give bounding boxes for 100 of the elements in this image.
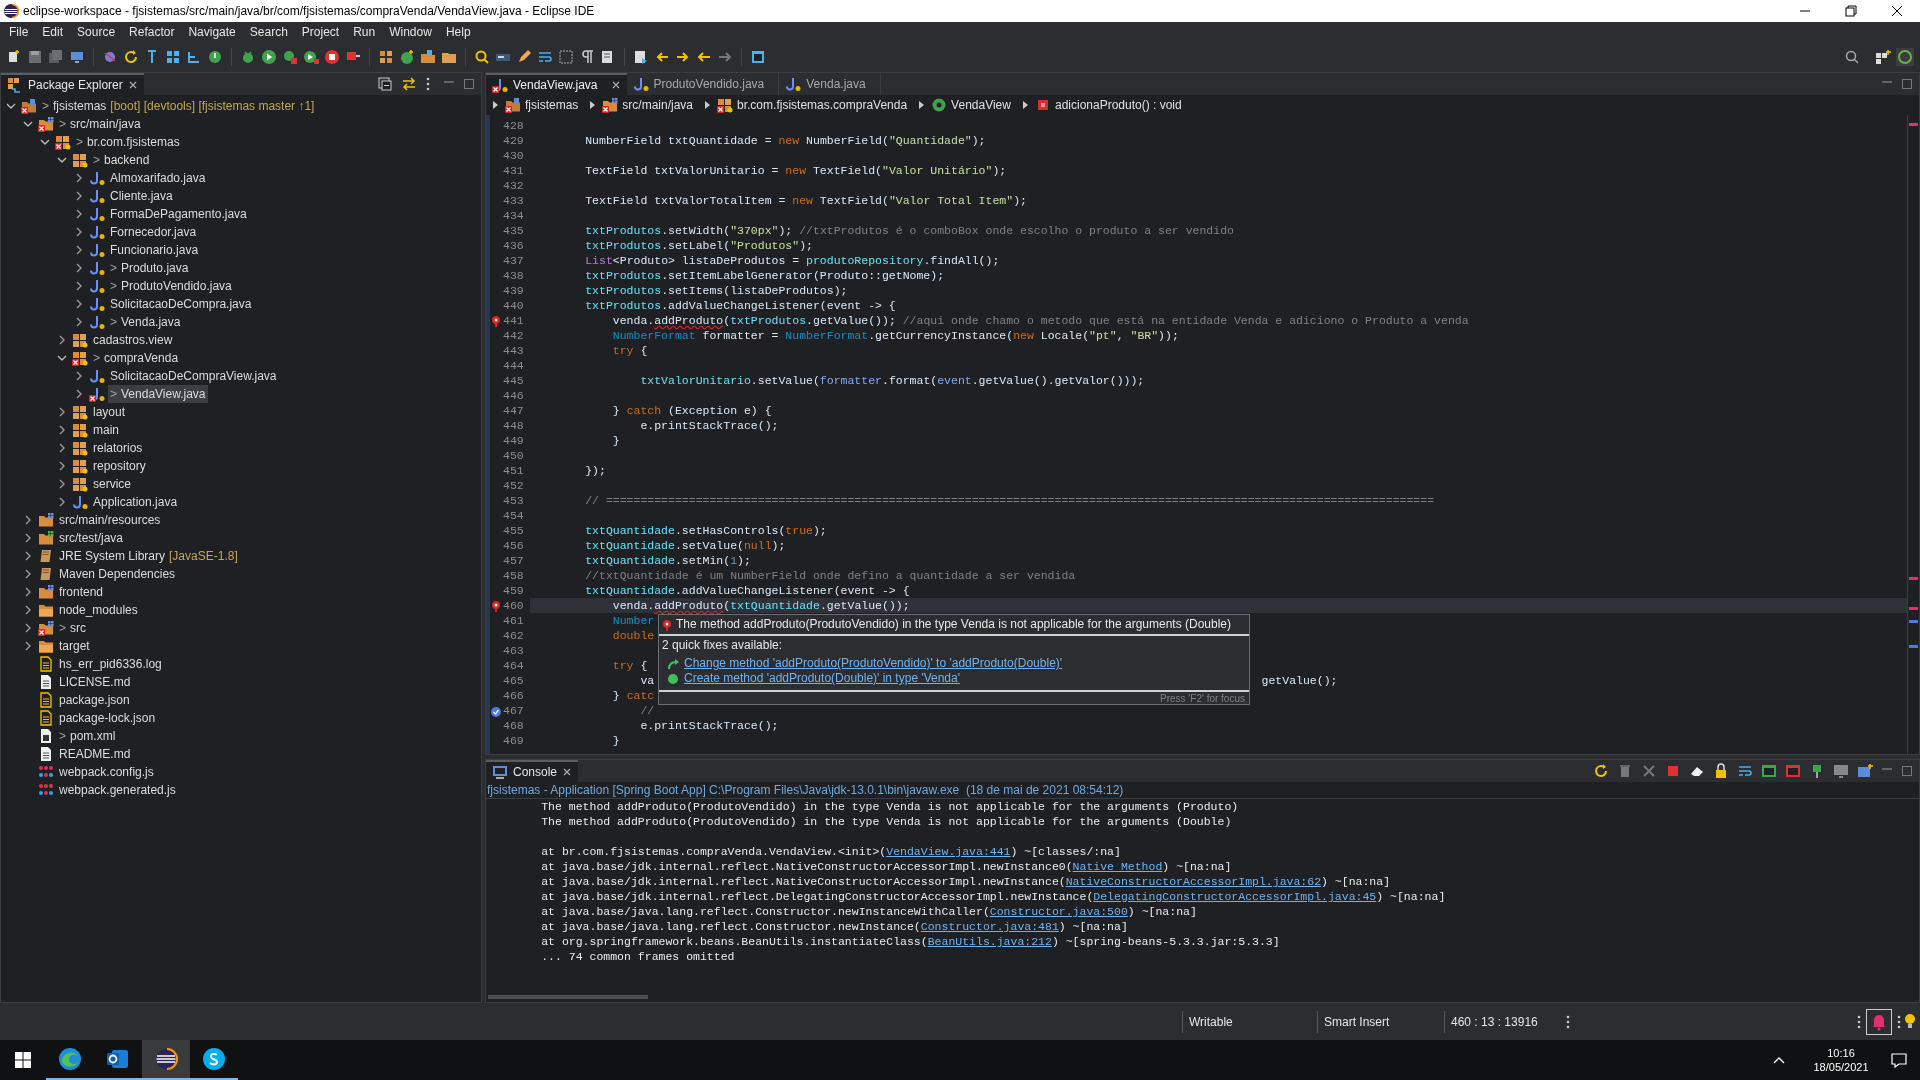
stack-trace-link[interactable]: DelegatingConstructorAccessorImpl.java:45 [1093,889,1377,904]
tree-item[interactable]: Fornecedor.java [108,223,199,241]
stack-trace-link[interactable]: BeanUtils.java:212 [927,934,1052,949]
spring-perspective-icon[interactable] [1896,48,1914,66]
maximize-icon[interactable] [1901,763,1913,779]
tree-item[interactable]: > Venda.java [108,313,183,331]
more-options-icon[interactable] [1565,1013,1571,1030]
search-icon[interactable] [1844,49,1860,65]
menu-item[interactable]: Edit [35,23,71,41]
quick-fix-link[interactable]: Change method 'addProduto(ProdutoVendido)' to 'addProduto(Double)' [684,656,1063,671]
more-options-icon[interactable] [425,76,431,92]
taskbar-app-button[interactable] [142,1040,190,1080]
tree-item[interactable]: JRE System Library [JavaSE-1.8] [57,547,240,565]
grid-icon[interactable] [165,49,181,65]
stop-icon[interactable] [324,49,340,65]
tree-item[interactable]: webpack.config.js [57,763,156,781]
new-console-icon[interactable] [1857,763,1873,779]
tree-item[interactable]: > pom.xml [57,727,118,745]
tree-item[interactable]: repository [91,457,148,475]
maximize-icon[interactable] [463,76,475,92]
collapse-all-icon[interactable] [377,76,393,92]
stack-trace-link[interactable]: Constructor.java:500 [989,904,1128,919]
maximize-icon[interactable] [1901,76,1913,92]
hierarchy-icon[interactable] [186,49,202,65]
tree-item[interactable]: src/test/java [57,529,126,547]
quick-fix-link[interactable]: Create method 'addProduto(Double)' in type 'Venda' [684,671,960,686]
menu-item[interactable]: Search [242,23,295,41]
tree-item[interactable]: > ProdutoVendido.java [108,277,234,295]
remove-all-icon[interactable] [1641,763,1657,779]
tree-item[interactable]: Application.java [91,493,180,511]
terminate-icon[interactable] [1665,763,1681,779]
save-all-icon[interactable] [48,49,64,65]
horizontal-scrollbar[interactable] [488,995,648,999]
search-icon[interactable] [474,49,490,65]
tree-item[interactable]: > backend [91,151,152,169]
tree-item[interactable]: frontend [57,583,106,601]
word-wrap-icon[interactable] [1737,763,1753,779]
tree-item[interactable]: LICENSE.md [57,673,133,691]
tree-item[interactable]: SolicitacaoDeCompraView.java [108,367,279,385]
run-config-icon[interactable] [303,49,319,65]
breadcrumb-item[interactable]: src/main/java [602,96,694,114]
menu-item[interactable]: Source [70,23,123,41]
tree-item[interactable]: Funcionario.java [108,241,201,259]
more-options-icon[interactable] [1896,1013,1902,1030]
new-file-icon[interactable] [6,49,22,65]
stack-trace-link[interactable]: Native Method [1072,859,1163,874]
tree-item[interactable]: Maven Dependencies [57,565,178,583]
scroll-lock-icon[interactable] [1713,763,1729,779]
menu-item[interactable]: Refactor [122,23,182,41]
trash-icon[interactable] [1617,763,1633,779]
tree-item[interactable]: > src/main/java [57,115,143,133]
block-select-icon[interactable] [558,49,574,65]
breadcrumb-item[interactable]: br.com.fjsistemas.compraVenda [717,96,908,114]
tree-item[interactable]: README.md [57,745,133,763]
close-icon[interactable] [127,80,138,90]
window-icon[interactable] [750,49,766,65]
bug-icon[interactable] [102,49,118,65]
tree-item[interactable]: package-lock.json [57,709,158,727]
tree-item[interactable]: > br.com.fjsistemas [74,133,182,151]
notification-icon[interactable] [1890,1051,1908,1069]
wrap-icon[interactable] [537,49,553,65]
close-icon[interactable] [562,767,573,777]
more-options-icon[interactable] [1856,1013,1862,1030]
menu-item[interactable]: Help [438,23,478,41]
breadcrumb-item[interactable]: fjsistemas [505,96,579,114]
menu-item[interactable]: Navigate [181,23,243,41]
open-type-icon[interactable] [420,49,436,65]
show-output-icon[interactable] [1761,763,1777,779]
debug-icon[interactable] [240,49,256,65]
tree-item[interactable]: layout [91,403,128,421]
tree-item[interactable]: src/main/resources [57,511,163,529]
open-perspective-icon[interactable] [1875,49,1891,65]
tree-item[interactable]: service [91,475,133,493]
refresh-icon[interactable] [1593,763,1609,779]
tree-item[interactable]: Almoxarifado.java [108,169,208,187]
tree-item[interactable]: hs_err_pid6336.log [57,655,164,673]
menu-item[interactable]: File [2,23,36,41]
link-editor-icon[interactable] [401,76,417,92]
breadcrumb-item[interactable]: VendaView [931,96,1011,114]
new-class-icon[interactable] [399,49,415,65]
show-error-icon[interactable] [1785,763,1801,779]
tree-item[interactable]: > Produto.java [108,259,191,277]
tree-item[interactable]: relatorios [91,439,145,457]
tree-item[interactable]: > compraVenda [91,349,181,367]
tree-item[interactable]: > src [57,619,88,637]
tree-item[interactable]: > fjsistemas [boot] [devtools] [fjsistemas master ↑1] [40,97,317,115]
monitor-icon[interactable] [69,49,85,65]
next-annotation-icon[interactable] [633,49,649,65]
tree-item[interactable]: cadastros.view [91,331,175,349]
breadcrumb-item[interactable]: adicionaProduto() : void [1034,96,1182,114]
refresh-icon[interactable] [123,49,139,65]
tree-item[interactable]: node_modules [57,601,140,619]
editor-tab[interactable]: VendaView.java [486,73,627,95]
tree-item[interactable]: > VendaView.java [108,385,208,403]
run-icon[interactable] [261,49,277,65]
display-console-icon[interactable] [1833,763,1849,779]
view-tab[interactable]: Package Explorer [1,73,144,95]
stack-trace-link[interactable]: VendaView.java:441 [886,844,1011,859]
menu-item[interactable]: Project [294,23,347,41]
tree-item[interactable]: Cliente.java [108,187,175,205]
